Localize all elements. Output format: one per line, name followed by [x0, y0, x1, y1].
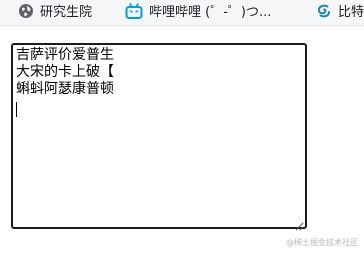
bookmarks-bar: 研究生院 哔哩哔哩 (゜-゜)つ... 比特 — [0, 0, 364, 26]
resize-handle-icon[interactable] — [294, 216, 304, 231]
bookmark-bilibili[interactable]: 哔哩哔哩 (゜-゜)つ... — [125, 0, 272, 25]
bookmark-label: 哔哩哔哩 (゜-゜)つ... — [149, 4, 272, 20]
watermark: @稀土掘金技术社区 — [286, 237, 358, 248]
bookmark-bite[interactable]: 比特 — [316, 0, 364, 25]
textarea-line: 大宋的卡上破【 — [16, 64, 114, 80]
globe-icon — [18, 3, 34, 23]
bookmark-label: 比特 — [338, 4, 364, 20]
textarea-line: 吉萨评价爱普生 — [16, 47, 114, 63]
swirl-logo-icon — [316, 3, 332, 23]
bilibili-tv-icon — [125, 2, 143, 23]
watermark-text: @稀土掘金技术社区 — [286, 238, 358, 247]
textarea-line: 蝌蚪阿瑟康普顿 — [16, 81, 114, 97]
text-caret — [16, 102, 17, 117]
bookmark-graduate-school[interactable]: 研究生院 — [18, 0, 93, 25]
bookmark-label: 研究生院 — [40, 4, 93, 20]
text-area[interactable]: 吉萨评价爱普生 大宋的卡上破【 蝌蚪阿瑟康普顿 — [11, 43, 307, 231]
